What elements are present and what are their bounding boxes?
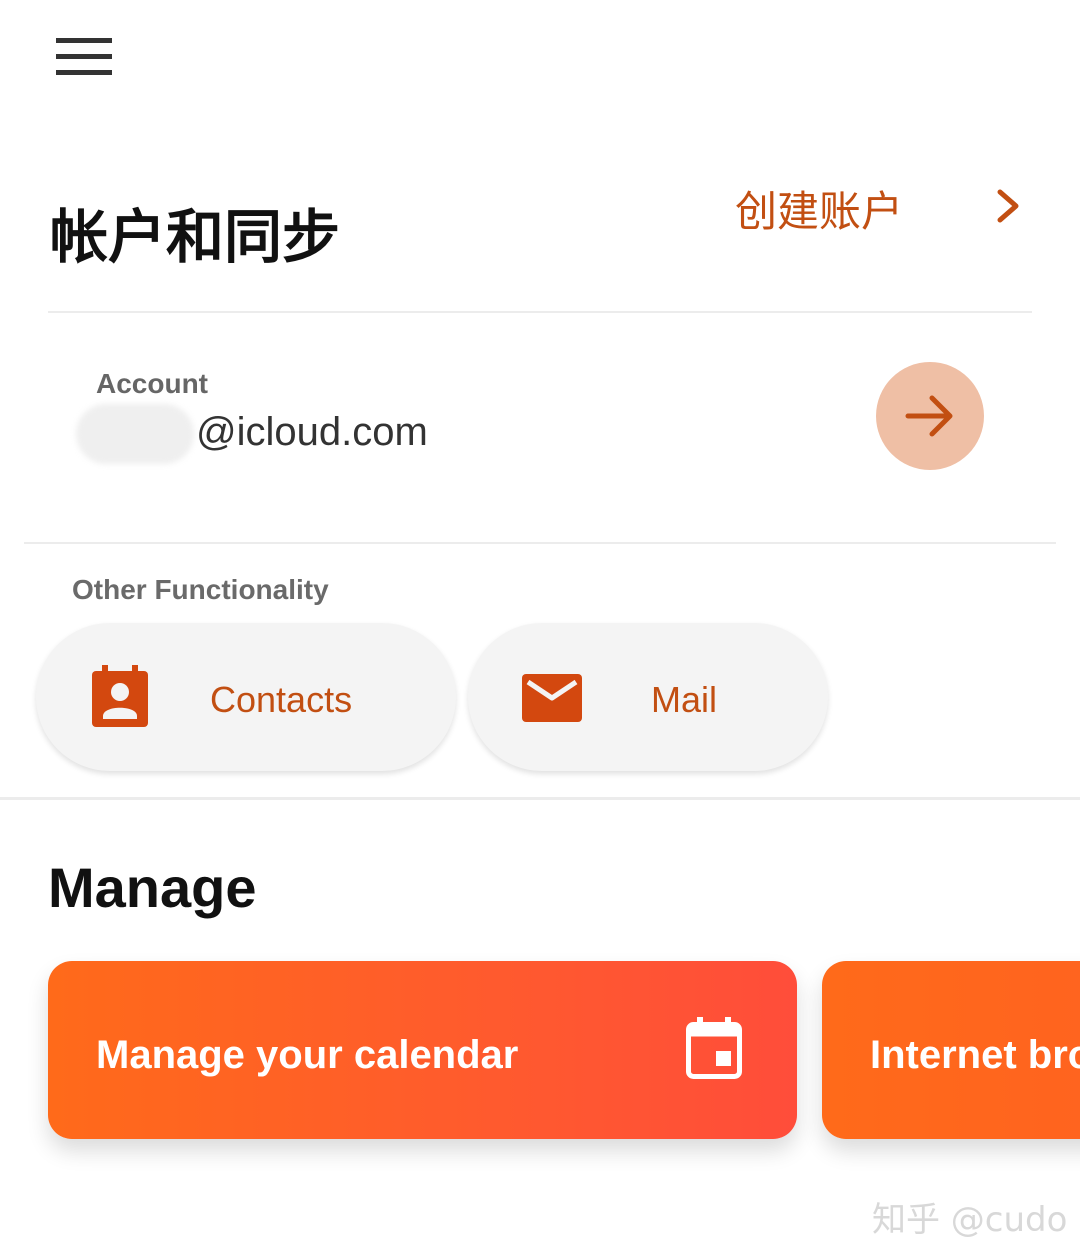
page-title: 帐户和同步 <box>50 203 341 271</box>
contacts-icon <box>92 665 148 727</box>
other-functionality-label: Other Functionality <box>72 574 329 605</box>
app-screen: 帐户和同步 创建账户 Account @icloud.com Other Fun… <box>0 0 1080 1259</box>
calendar-icon <box>686 1017 742 1079</box>
mail-icon <box>522 674 582 722</box>
contacts-chip[interactable]: Contacts <box>36 623 456 771</box>
header-divider <box>48 311 1032 313</box>
account-go-button[interactable] <box>876 362 984 470</box>
account-label: Account <box>96 368 208 399</box>
hamburger-menu-icon[interactable] <box>56 38 112 78</box>
create-account-label: 创建账户 <box>735 187 904 236</box>
manage-title: Manage <box>48 856 257 919</box>
functionality-divider <box>0 797 1080 800</box>
account-email-redaction <box>76 404 194 464</box>
manage-calendar-card[interactable]: Manage your calendar <box>48 961 797 1139</box>
mail-label: Mail <box>651 679 718 720</box>
arrow-right-icon <box>905 395 953 437</box>
create-account-link[interactable]: 创建账户 <box>735 178 1019 239</box>
chevron-right-icon <box>997 189 1019 223</box>
watermark: 知乎 @cudo <box>872 1200 1068 1240</box>
mail-chip[interactable]: Mail <box>468 623 828 771</box>
account-divider <box>24 542 1056 544</box>
internet-browser-card[interactable]: Internet bro <box>822 961 1080 1139</box>
internet-browser-label: Internet bro <box>870 1033 1080 1077</box>
contacts-label: Contacts <box>210 679 353 720</box>
manage-calendar-label: Manage your calendar <box>96 1033 519 1077</box>
account-email: @icloud.com <box>196 410 428 454</box>
